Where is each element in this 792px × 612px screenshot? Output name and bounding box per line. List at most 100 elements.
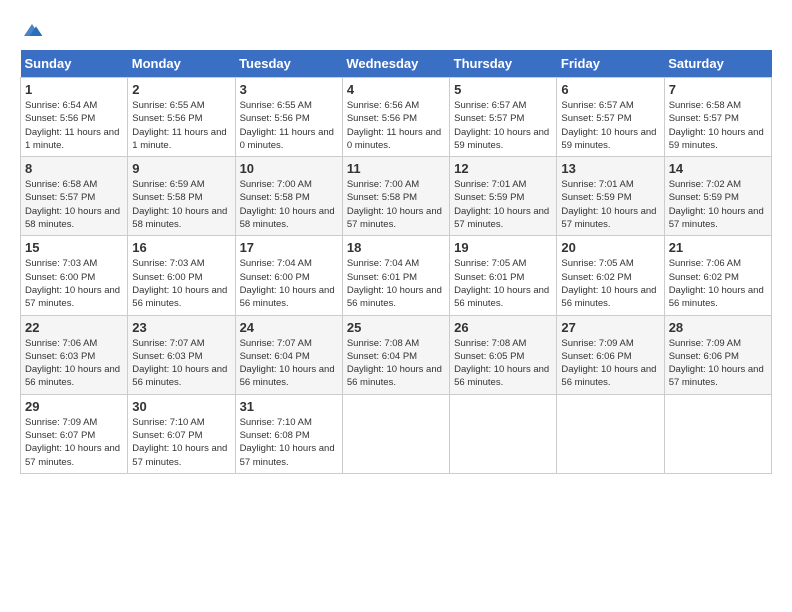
header-sunday: Sunday — [21, 50, 128, 78]
day-info: Sunrise: 7:03 AMSunset: 6:00 PMDaylight:… — [132, 257, 230, 310]
calendar-cell: 23 Sunrise: 7:07 AMSunset: 6:03 PMDaylig… — [128, 315, 235, 394]
day-number: 17 — [240, 240, 338, 255]
day-number: 28 — [669, 320, 767, 335]
day-number: 14 — [669, 161, 767, 176]
day-number: 11 — [347, 161, 445, 176]
calendar-table: SundayMondayTuesdayWednesdayThursdayFrid… — [20, 50, 772, 474]
day-number: 8 — [25, 161, 123, 176]
day-info: Sunrise: 7:06 AMSunset: 6:03 PMDaylight:… — [25, 337, 123, 390]
calendar-cell: 20 Sunrise: 7:05 AMSunset: 6:02 PMDaylig… — [557, 236, 664, 315]
calendar-cell: 13 Sunrise: 7:01 AMSunset: 5:59 PMDaylig… — [557, 157, 664, 236]
day-info: Sunrise: 7:10 AMSunset: 6:07 PMDaylight:… — [132, 416, 230, 469]
calendar-cell: 16 Sunrise: 7:03 AMSunset: 6:00 PMDaylig… — [128, 236, 235, 315]
calendar-cell: 22 Sunrise: 7:06 AMSunset: 6:03 PMDaylig… — [21, 315, 128, 394]
calendar-cell: 30 Sunrise: 7:10 AMSunset: 6:07 PMDaylig… — [128, 394, 235, 473]
day-number: 25 — [347, 320, 445, 335]
day-info: Sunrise: 6:57 AMSunset: 5:57 PMDaylight:… — [454, 99, 552, 152]
day-info: Sunrise: 7:05 AMSunset: 6:02 PMDaylight:… — [561, 257, 659, 310]
day-number: 20 — [561, 240, 659, 255]
day-info: Sunrise: 7:04 AMSunset: 6:01 PMDaylight:… — [347, 257, 445, 310]
header-wednesday: Wednesday — [342, 50, 449, 78]
day-info: Sunrise: 6:55 AMSunset: 5:56 PMDaylight:… — [132, 99, 230, 152]
day-number: 31 — [240, 399, 338, 414]
day-info: Sunrise: 6:59 AMSunset: 5:58 PMDaylight:… — [132, 178, 230, 231]
day-number: 10 — [240, 161, 338, 176]
calendar-week-row: 29 Sunrise: 7:09 AMSunset: 6:07 PMDaylig… — [21, 394, 772, 473]
day-info: Sunrise: 7:06 AMSunset: 6:02 PMDaylight:… — [669, 257, 767, 310]
day-info: Sunrise: 7:00 AMSunset: 5:58 PMDaylight:… — [347, 178, 445, 231]
logo — [20, 20, 48, 40]
calendar-week-row: 1 Sunrise: 6:54 AMSunset: 5:56 PMDayligh… — [21, 78, 772, 157]
logo-icon — [20, 20, 44, 40]
calendar-week-row: 22 Sunrise: 7:06 AMSunset: 6:03 PMDaylig… — [21, 315, 772, 394]
calendar-cell: 31 Sunrise: 7:10 AMSunset: 6:08 PMDaylig… — [235, 394, 342, 473]
calendar-week-row: 15 Sunrise: 7:03 AMSunset: 6:00 PMDaylig… — [21, 236, 772, 315]
calendar-cell — [557, 394, 664, 473]
day-info: Sunrise: 6:56 AMSunset: 5:56 PMDaylight:… — [347, 99, 445, 152]
day-number: 4 — [347, 82, 445, 97]
calendar-header-row: SundayMondayTuesdayWednesdayThursdayFrid… — [21, 50, 772, 78]
day-info: Sunrise: 6:57 AMSunset: 5:57 PMDaylight:… — [561, 99, 659, 152]
day-info: Sunrise: 7:02 AMSunset: 5:59 PMDaylight:… — [669, 178, 767, 231]
calendar-cell: 26 Sunrise: 7:08 AMSunset: 6:05 PMDaylig… — [450, 315, 557, 394]
day-number: 9 — [132, 161, 230, 176]
day-number: 19 — [454, 240, 552, 255]
day-number: 6 — [561, 82, 659, 97]
header-friday: Friday — [557, 50, 664, 78]
calendar-cell: 18 Sunrise: 7:04 AMSunset: 6:01 PMDaylig… — [342, 236, 449, 315]
day-info: Sunrise: 7:10 AMSunset: 6:08 PMDaylight:… — [240, 416, 338, 469]
calendar-cell — [342, 394, 449, 473]
calendar-cell: 29 Sunrise: 7:09 AMSunset: 6:07 PMDaylig… — [21, 394, 128, 473]
day-number: 7 — [669, 82, 767, 97]
day-info: Sunrise: 7:07 AMSunset: 6:03 PMDaylight:… — [132, 337, 230, 390]
calendar-cell: 1 Sunrise: 6:54 AMSunset: 5:56 PMDayligh… — [21, 78, 128, 157]
calendar-cell: 4 Sunrise: 6:56 AMSunset: 5:56 PMDayligh… — [342, 78, 449, 157]
calendar-cell: 7 Sunrise: 6:58 AMSunset: 5:57 PMDayligh… — [664, 78, 771, 157]
day-number: 23 — [132, 320, 230, 335]
day-info: Sunrise: 6:58 AMSunset: 5:57 PMDaylight:… — [25, 178, 123, 231]
page-header — [20, 20, 772, 40]
calendar-cell: 15 Sunrise: 7:03 AMSunset: 6:00 PMDaylig… — [21, 236, 128, 315]
day-number: 1 — [25, 82, 123, 97]
day-number: 29 — [25, 399, 123, 414]
day-number: 22 — [25, 320, 123, 335]
day-number: 2 — [132, 82, 230, 97]
calendar-cell: 21 Sunrise: 7:06 AMSunset: 6:02 PMDaylig… — [664, 236, 771, 315]
calendar-cell: 17 Sunrise: 7:04 AMSunset: 6:00 PMDaylig… — [235, 236, 342, 315]
calendar-cell: 25 Sunrise: 7:08 AMSunset: 6:04 PMDaylig… — [342, 315, 449, 394]
day-number: 3 — [240, 82, 338, 97]
header-monday: Monday — [128, 50, 235, 78]
day-number: 30 — [132, 399, 230, 414]
day-info: Sunrise: 6:55 AMSunset: 5:56 PMDaylight:… — [240, 99, 338, 152]
day-number: 24 — [240, 320, 338, 335]
calendar-cell: 3 Sunrise: 6:55 AMSunset: 5:56 PMDayligh… — [235, 78, 342, 157]
header-thursday: Thursday — [450, 50, 557, 78]
day-info: Sunrise: 7:03 AMSunset: 6:00 PMDaylight:… — [25, 257, 123, 310]
day-info: Sunrise: 7:01 AMSunset: 5:59 PMDaylight:… — [561, 178, 659, 231]
day-info: Sunrise: 7:09 AMSunset: 6:06 PMDaylight:… — [669, 337, 767, 390]
calendar-cell: 12 Sunrise: 7:01 AMSunset: 5:59 PMDaylig… — [450, 157, 557, 236]
day-info: Sunrise: 7:09 AMSunset: 6:06 PMDaylight:… — [561, 337, 659, 390]
day-info: Sunrise: 7:00 AMSunset: 5:58 PMDaylight:… — [240, 178, 338, 231]
calendar-cell: 28 Sunrise: 7:09 AMSunset: 6:06 PMDaylig… — [664, 315, 771, 394]
day-info: Sunrise: 6:58 AMSunset: 5:57 PMDaylight:… — [669, 99, 767, 152]
day-info: Sunrise: 7:08 AMSunset: 6:05 PMDaylight:… — [454, 337, 552, 390]
calendar-cell: 6 Sunrise: 6:57 AMSunset: 5:57 PMDayligh… — [557, 78, 664, 157]
day-info: Sunrise: 6:54 AMSunset: 5:56 PMDaylight:… — [25, 99, 123, 152]
calendar-cell: 24 Sunrise: 7:07 AMSunset: 6:04 PMDaylig… — [235, 315, 342, 394]
day-number: 5 — [454, 82, 552, 97]
calendar-cell: 10 Sunrise: 7:00 AMSunset: 5:58 PMDaylig… — [235, 157, 342, 236]
day-number: 13 — [561, 161, 659, 176]
day-number: 18 — [347, 240, 445, 255]
calendar-cell — [450, 394, 557, 473]
day-info: Sunrise: 7:05 AMSunset: 6:01 PMDaylight:… — [454, 257, 552, 310]
calendar-cell: 19 Sunrise: 7:05 AMSunset: 6:01 PMDaylig… — [450, 236, 557, 315]
day-info: Sunrise: 7:01 AMSunset: 5:59 PMDaylight:… — [454, 178, 552, 231]
calendar-week-row: 8 Sunrise: 6:58 AMSunset: 5:57 PMDayligh… — [21, 157, 772, 236]
day-number: 15 — [25, 240, 123, 255]
calendar-cell: 8 Sunrise: 6:58 AMSunset: 5:57 PMDayligh… — [21, 157, 128, 236]
day-number: 21 — [669, 240, 767, 255]
day-number: 12 — [454, 161, 552, 176]
day-number: 27 — [561, 320, 659, 335]
header-tuesday: Tuesday — [235, 50, 342, 78]
